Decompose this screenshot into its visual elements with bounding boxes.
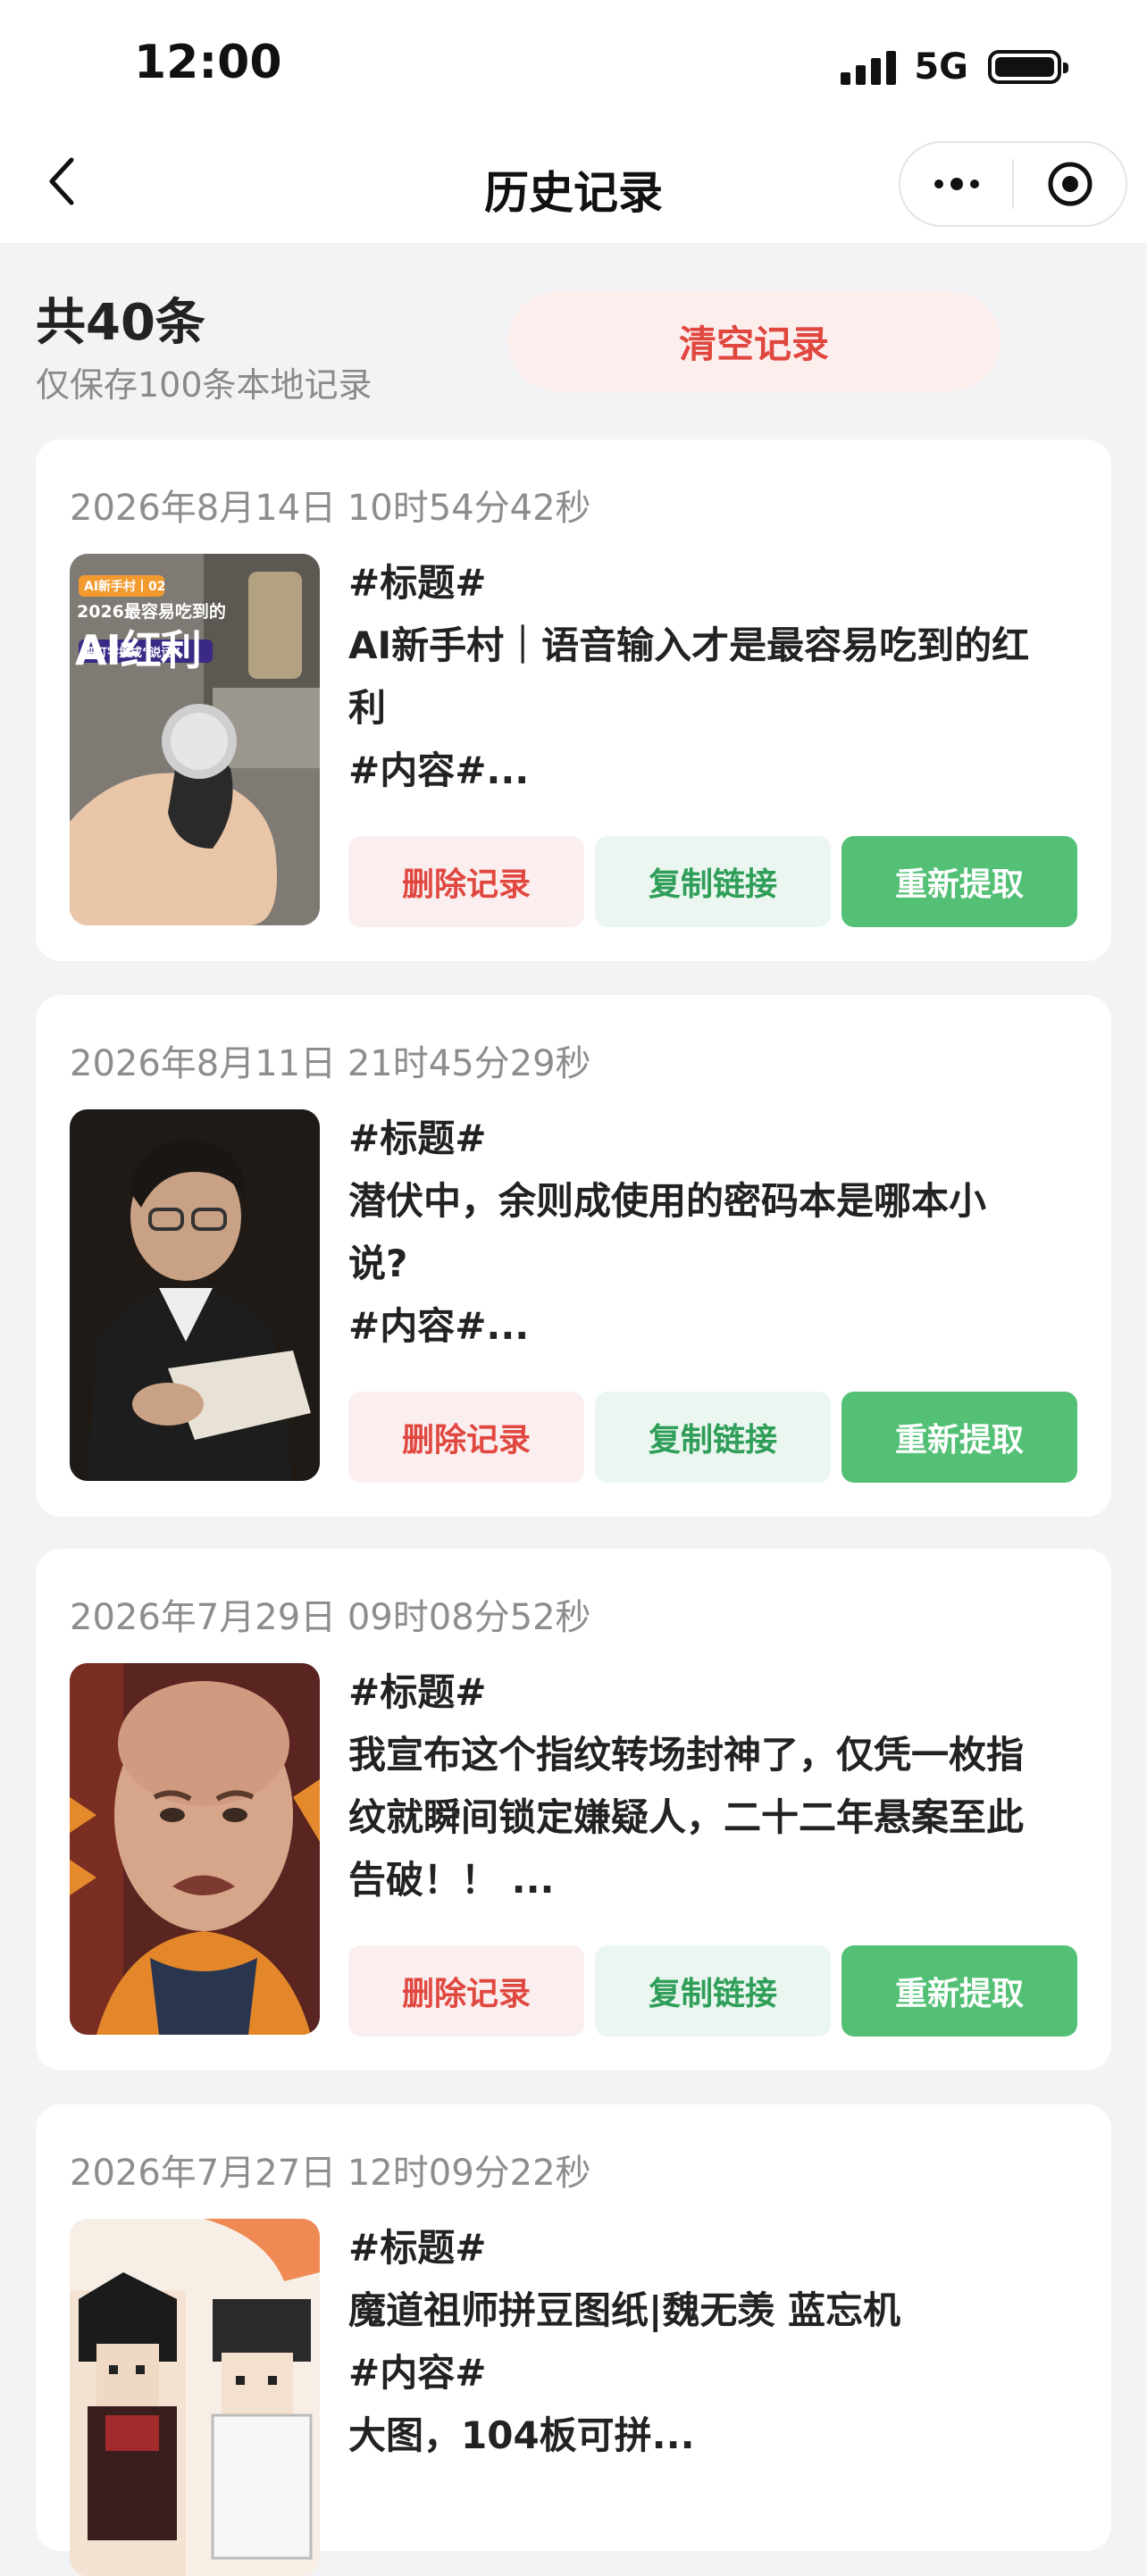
thumb-sub: 把打字换成“说话”	[84, 647, 181, 660]
status-indicators: 5G	[841, 46, 1068, 88]
record-line: 纹就瞬间锁定嫌疑人，二十二年悬案至此	[348, 1795, 1025, 1839]
record-card: 2026年8月14日 10时54分42秒 AI新手村丨02 2026最容易吃到的…	[36, 439, 1111, 961]
record-count: 共40条	[36, 294, 205, 352]
record-line: #内容#...	[348, 1304, 530, 1348]
copy-link-button[interactable]: 复制链接	[595, 836, 831, 927]
record-card: 2026年7月27日 12时09分22秒 #标题# 魔道祖师拼豆图纸|魏无羡 蓝…	[36, 2104, 1111, 2576]
record-line: AI新手村｜语音输入才是最容易吃到的红	[348, 623, 1030, 667]
record-line: 说?	[348, 1242, 408, 1285]
copy-link-button[interactable]: 复制链接	[595, 1945, 831, 2037]
record-text: #标题# 潜伏中，余则成使用的密码本是哪本小 说? #内容#...	[348, 1108, 1081, 1358]
record-line: #内容#	[348, 2351, 487, 2395]
battery-icon	[988, 50, 1068, 84]
thumb-tag: AI新手村丨02	[84, 580, 166, 594]
thumbnail-image-man-reading	[70, 1109, 320, 1481]
copy-link-button[interactable]: 复制链接	[595, 1392, 831, 1483]
record-card: 2026年7月29日 09时08分52秒 #标题# 我宣布这个指纹转场封神了，仅…	[36, 1549, 1111, 2070]
record-thumbnail[interactable]	[70, 1663, 320, 2035]
more-button[interactable]	[900, 143, 1012, 225]
record-line: 我宣布这个指纹转场封神了，仅凭一枚指	[348, 1733, 1025, 1777]
record-line: 大图，104板可拼...	[348, 2413, 695, 2457]
record-line: #标题#	[348, 2226, 487, 2270]
record-date: 2026年8月14日 10时54分42秒	[70, 488, 591, 529]
top-bar: 12:00 5G 历史记录	[0, 0, 1147, 243]
record-line: #标题#	[348, 1117, 487, 1160]
record-date: 2026年8月11日 21时45分29秒	[70, 1043, 591, 1084]
record-line: 利	[348, 686, 387, 730]
delete-record-button[interactable]: 删除记录	[348, 1392, 584, 1483]
record-date: 2026年7月29日 09时08分52秒	[70, 1597, 591, 1638]
record-thumbnail[interactable]: AI新手村丨02 2026最容易吃到的 AI红利 把打字换成“说话”	[70, 554, 320, 925]
more-dots-icon	[934, 178, 979, 190]
delete-record-button[interactable]: 删除记录	[348, 1945, 584, 2037]
record-line: #标题#	[348, 561, 487, 605]
signal-icon	[841, 49, 897, 85]
delete-record-button[interactable]: 删除记录	[348, 836, 584, 927]
record-thumbnail[interactable]	[70, 2219, 320, 2576]
thumbnail-image-crying-man	[70, 1663, 320, 2035]
record-line: #标题#	[348, 1670, 487, 1714]
record-text: #标题# AI新手村｜语音输入才是最容易吃到的红 利 #内容#...	[348, 552, 1081, 802]
refetch-button[interactable]: 重新提取	[841, 1945, 1077, 2037]
storage-note: 仅保存100条本地记录	[36, 365, 373, 405]
clear-records-button[interactable]: 清空记录	[507, 291, 1000, 391]
record-card: 2026年8月11日 21时45分29秒 #标题# 潜伏中，余则成使用的密码本是…	[36, 995, 1111, 1517]
miniprogram-capsule	[899, 141, 1127, 227]
network-label: 5G	[914, 46, 968, 88]
target-icon	[1048, 162, 1092, 206]
record-thumbnail[interactable]	[70, 1109, 320, 1481]
record-line: 魔道祖师拼豆图纸|魏无羡 蓝忘机	[348, 2288, 900, 2332]
refetch-button[interactable]: 重新提取	[841, 836, 1077, 927]
record-text: #标题# 我宣布这个指纹转场封神了，仅凭一枚指 纹就瞬间锁定嫌疑人，二十二年悬案…	[348, 1661, 1081, 1911]
record-date: 2026年7月27日 12时09分22秒	[70, 2153, 591, 2194]
thumbnail-image-pixel-art	[70, 2219, 320, 2576]
status-time: 12:00	[134, 36, 282, 89]
record-line: 告破！！ ...	[348, 1858, 555, 1902]
record-line: 潜伏中，余则成使用的密码本是哪本小	[348, 1179, 987, 1223]
close-miniprogram-button[interactable]	[1014, 143, 1126, 225]
record-text: #标题# 魔道祖师拼豆图纸|魏无羡 蓝忘机 #内容# 大图，104板可拼...	[348, 2217, 1081, 2467]
record-line: #内容#...	[348, 749, 530, 792]
refetch-button[interactable]: 重新提取	[841, 1392, 1077, 1483]
